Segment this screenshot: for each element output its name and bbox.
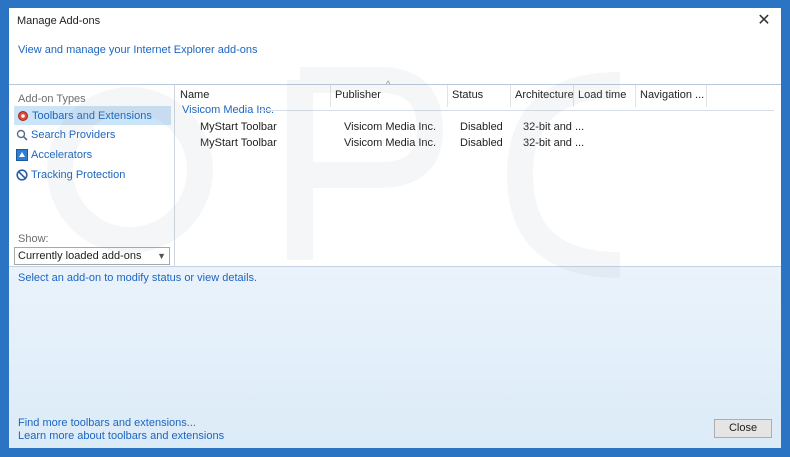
block-icon — [16, 169, 28, 181]
sidebar-item-accelerators[interactable]: Accelerators — [14, 146, 171, 165]
window-title: Manage Add-ons — [17, 15, 101, 27]
cell-publisher: Visicom Media Inc. — [344, 121, 437, 133]
show-label: Show: — [18, 233, 49, 245]
addons-panes: Add-on Types Toolbars and Extensions Sea… — [9, 79, 781, 267]
sidebar-item-toolbars-extensions[interactable]: Toolbars and Extensions — [14, 106, 171, 125]
sidebar-item-tracking-protection[interactable]: Tracking Protection — [14, 166, 171, 185]
cell-status: Disabled — [460, 121, 503, 133]
details-message: Select an add-on to modify status or vie… — [18, 272, 258, 284]
show-filter-select[interactable]: Currently loaded add-ons ▼ — [14, 247, 170, 265]
column-header-navigation[interactable]: Navigation ... — [636, 85, 707, 107]
accelerator-icon — [16, 149, 28, 161]
addon-types-label: Add-on Types — [18, 93, 86, 105]
column-header-architecture[interactable]: Architecture — [511, 85, 574, 107]
details-pane: Select an add-on to modify status or vie… — [9, 266, 781, 448]
sort-caret-icon: ^ — [386, 79, 391, 89]
title-bar: Manage Add-ons ✕ — [9, 8, 781, 36]
sidebar-item-search-providers[interactable]: Search Providers — [14, 126, 171, 145]
page-subtitle: View and manage your Internet Explorer a… — [18, 44, 258, 56]
chevron-down-icon: ▼ — [157, 251, 166, 261]
cell-name: MyStart Toolbar — [200, 121, 277, 133]
find-more-link[interactable]: Find more toolbars and extensions... — [18, 417, 196, 429]
addon-types-pane: Add-on Types Toolbars and Extensions Sea… — [9, 85, 175, 267]
gear-icon — [18, 111, 28, 121]
search-icon — [16, 129, 28, 141]
sidebar-item-label: Accelerators — [31, 149, 93, 161]
column-header-load-time[interactable]: Load time — [574, 85, 636, 107]
sidebar-item-label: Search Providers — [31, 129, 116, 141]
cell-status: Disabled — [460, 137, 503, 149]
show-filter-value: Currently loaded add-ons — [18, 250, 142, 262]
sidebar-item-label: Tracking Protection — [31, 169, 126, 181]
cell-architecture: 32-bit and ... — [523, 121, 585, 133]
close-button[interactable]: Close — [714, 419, 772, 438]
close-icon[interactable]: ✕ — [753, 11, 775, 31]
cell-architecture: 32-bit and ... — [523, 137, 585, 149]
addons-list: Name Publisher ^ Status Architecture Loa… — [176, 79, 781, 267]
learn-more-link[interactable]: Learn more about toolbars and extensions — [18, 430, 224, 442]
sidebar-item-label: Toolbars and Extensions — [32, 110, 152, 122]
column-header-label: Publisher — [335, 89, 381, 101]
cell-publisher: Visicom Media Inc. — [344, 137, 437, 149]
cell-name: MyStart Toolbar — [200, 137, 277, 149]
column-header-status[interactable]: Status — [448, 85, 511, 107]
manage-addons-window: Manage Add-ons ✕ View and manage your In… — [9, 8, 781, 448]
group-divider — [260, 110, 774, 111]
